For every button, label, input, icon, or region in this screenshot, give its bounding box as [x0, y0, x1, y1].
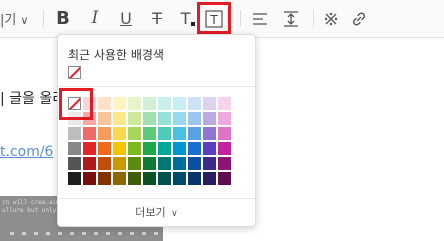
- color-swatch[interactable]: [98, 112, 111, 125]
- color-swatch[interactable]: [143, 157, 156, 170]
- color-swatch[interactable]: [128, 142, 141, 155]
- color-swatch[interactable]: [173, 127, 186, 140]
- color-swatch[interactable]: [68, 142, 81, 155]
- toolbar-divider: [240, 10, 241, 27]
- color-swatch[interactable]: [98, 97, 111, 110]
- color-swatch[interactable]: [203, 172, 216, 185]
- color-swatch[interactable]: [188, 97, 201, 110]
- color-swatch[interactable]: [218, 127, 231, 140]
- toolbar-divider: [313, 10, 314, 27]
- italic-button[interactable]: I: [84, 6, 106, 31]
- color-swatch[interactable]: [143, 97, 156, 110]
- color-swatch[interactable]: [218, 157, 231, 170]
- background-color-highlight-box: [197, 2, 231, 34]
- color-swatch[interactable]: [128, 172, 141, 185]
- color-swatch[interactable]: [158, 142, 171, 155]
- chevron-down-icon: ∨: [171, 209, 178, 219]
- color-swatch[interactable]: [143, 142, 156, 155]
- color-swatch[interactable]: [68, 127, 81, 140]
- line-height-icon[interactable]: [280, 6, 302, 31]
- color-swatch[interactable]: [113, 172, 126, 185]
- color-swatch[interactable]: [203, 142, 216, 155]
- link-icon[interactable]: [348, 6, 370, 31]
- color-swatch[interactable]: [143, 172, 156, 185]
- toolbar-divider: [43, 10, 44, 27]
- special-character-icon[interactable]: [320, 6, 342, 31]
- color-swatch[interactable]: [98, 157, 111, 170]
- color-swatch[interactable]: [218, 172, 231, 185]
- color-swatch[interactable]: [203, 97, 216, 110]
- color-swatch[interactable]: [68, 157, 81, 170]
- color-swatch[interactable]: [113, 157, 126, 170]
- color-swatch[interactable]: [218, 142, 231, 155]
- color-swatch[interactable]: [98, 127, 111, 140]
- font-size-label: |기: [0, 13, 17, 28]
- color-swatch[interactable]: [143, 127, 156, 140]
- image-dots: [10, 232, 160, 235]
- color-swatch[interactable]: [113, 142, 126, 155]
- color-swatch[interactable]: [158, 157, 171, 170]
- no-color-highlight-box: [59, 88, 93, 120]
- color-swatch[interactable]: [128, 97, 141, 110]
- color-swatch[interactable]: [173, 97, 186, 110]
- picker-divider: [58, 86, 255, 87]
- color-swatch[interactable]: [203, 127, 216, 140]
- color-swatch[interactable]: [218, 97, 231, 110]
- underline-button[interactable]: U: [115, 6, 137, 31]
- color-swatch[interactable]: [128, 127, 141, 140]
- strikethrough-button[interactable]: T: [146, 6, 168, 31]
- color-swatch[interactable]: [158, 127, 171, 140]
- color-swatch[interactable]: [173, 142, 186, 155]
- color-swatch[interactable]: [83, 172, 96, 185]
- color-swatch[interactable]: [83, 127, 96, 140]
- color-swatch[interactable]: [83, 142, 96, 155]
- bold-button[interactable]: B: [52, 6, 74, 31]
- color-swatch[interactable]: [113, 112, 126, 125]
- color-swatch[interactable]: [68, 172, 81, 185]
- text-color-indicator: [191, 21, 196, 26]
- color-swatch[interactable]: [113, 127, 126, 140]
- color-swatch[interactable]: [143, 112, 156, 125]
- document-text: | 글을 올리: [0, 91, 66, 107]
- color-swatch[interactable]: [188, 157, 201, 170]
- background-color-picker: 최근 사용한 배경색 더보기 ∨: [57, 34, 256, 227]
- color-swatch[interactable]: [158, 172, 171, 185]
- document-link[interactable]: t.com/6: [0, 144, 53, 160]
- color-swatch[interactable]: [188, 142, 201, 155]
- color-swatch[interactable]: [158, 112, 171, 125]
- color-swatch[interactable]: [173, 157, 186, 170]
- chevron-down-icon: ∨: [20, 14, 29, 27]
- color-swatch[interactable]: [98, 142, 111, 155]
- text-color-glyph: T: [180, 8, 191, 28]
- recent-no-color-swatch[interactable]: [68, 66, 81, 79]
- color-swatch[interactable]: [188, 112, 201, 125]
- color-swatch[interactable]: [188, 127, 201, 140]
- color-swatch[interactable]: [218, 112, 231, 125]
- more-colors-label: 더보기: [135, 206, 166, 219]
- color-swatch[interactable]: [83, 157, 96, 170]
- color-swatch[interactable]: [113, 97, 126, 110]
- color-swatch[interactable]: [173, 112, 186, 125]
- color-swatch[interactable]: [188, 172, 201, 185]
- color-swatch[interactable]: [173, 172, 186, 185]
- picker-divider: [58, 198, 255, 199]
- color-swatch[interactable]: [158, 97, 171, 110]
- more-colors-button[interactable]: 더보기 ∨: [58, 204, 255, 220]
- editor-toolbar: |기 ∨ B I U T T T: [0, 0, 444, 38]
- color-swatch[interactable]: [203, 157, 216, 170]
- recent-colors-title: 최근 사용한 배경색: [68, 48, 164, 62]
- color-swatch[interactable]: [203, 112, 216, 125]
- align-icon[interactable]: [249, 6, 271, 31]
- font-size-select[interactable]: |기 ∨: [0, 8, 28, 33]
- color-swatch[interactable]: [128, 157, 141, 170]
- color-swatch[interactable]: [98, 172, 111, 185]
- color-swatch[interactable]: [128, 112, 141, 125]
